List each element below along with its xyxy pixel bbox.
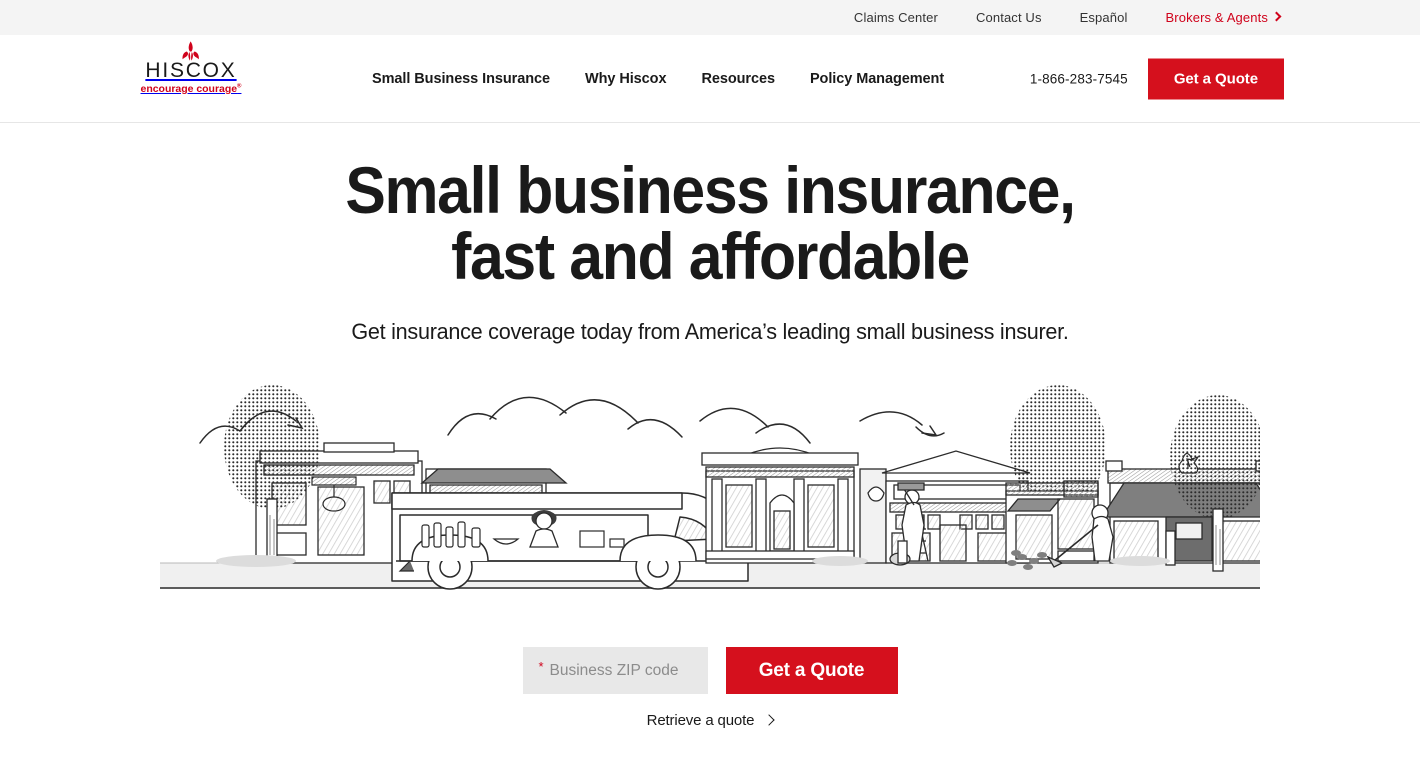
main-navigation: Small Business Insurance Why Hiscox Reso… — [372, 71, 979, 87]
chevron-right-icon — [1271, 11, 1282, 22]
nav-item-small-business-insurance[interactable]: Small Business Insurance — [372, 71, 550, 87]
registered-mark: ® — [237, 83, 242, 90]
utility-link-espanol[interactable]: Español — [1080, 10, 1128, 25]
phone-number-link[interactable]: 1-866-283-7545 — [1030, 71, 1128, 86]
retrieve-quote-row: Retrieve a quote — [0, 712, 1420, 730]
hero-get-a-quote-button[interactable]: Get a Quote — [725, 647, 898, 694]
nav-item-policy-management[interactable]: Policy Management — [810, 71, 944, 87]
utility-link-claims-center[interactable]: Claims Center — [854, 10, 938, 25]
retrieve-a-quote-link[interactable]: Retrieve a quote — [646, 712, 775, 729]
hero-section: Small business insurance, fast and affor… — [0, 123, 1420, 730]
hero-subtitle: Get insurance coverage today from Americ… — [351, 319, 1069, 344]
utility-link-brokers-agents-label: Brokers & Agents — [1165, 10, 1268, 25]
header-actions: 1-866-283-7545 Get a Quote — [1030, 58, 1284, 99]
hero-title-line-1: Small business insurance, — [345, 153, 1076, 227]
hiscox-logo[interactable]: HISCOX encourage courage® — [135, 41, 247, 95]
utility-bar: Claims Center Contact Us Español Brokers… — [0, 0, 1420, 35]
quote-form: * Get a Quote — [0, 647, 1420, 694]
fleur-de-lis-icon — [182, 41, 200, 61]
business-zip-code-input[interactable] — [522, 647, 708, 694]
hiscox-wordmark: HISCOX — [145, 59, 237, 82]
site-header: HISCOX encourage courage® Small Business… — [0, 35, 1420, 123]
chevron-right-icon — [763, 713, 775, 726]
utility-link-brokers-agents[interactable]: Brokers & Agents — [1165, 10, 1282, 25]
hiscox-tagline-text: encourage courage — [140, 83, 238, 96]
header-get-a-quote-button[interactable]: Get a Quote — [1147, 58, 1284, 99]
zip-input-wrapper: * — [522, 647, 708, 694]
hiscox-tagline: encourage courage® — [135, 83, 247, 95]
nav-item-why-hiscox[interactable]: Why Hiscox — [585, 71, 667, 87]
retrieve-a-quote-label: Retrieve a quote — [646, 712, 755, 729]
nav-item-resources[interactable]: Resources — [701, 71, 775, 87]
hero-title-line-2: fast and affordable — [451, 219, 970, 293]
utility-link-contact-us[interactable]: Contact Us — [976, 10, 1042, 25]
hero-illustration-wrapper — [0, 365, 1420, 615]
hero-title: Small business insurance, fast and affor… — [57, 123, 1363, 289]
main-street-storefronts-illustration — [160, 384, 1260, 590]
